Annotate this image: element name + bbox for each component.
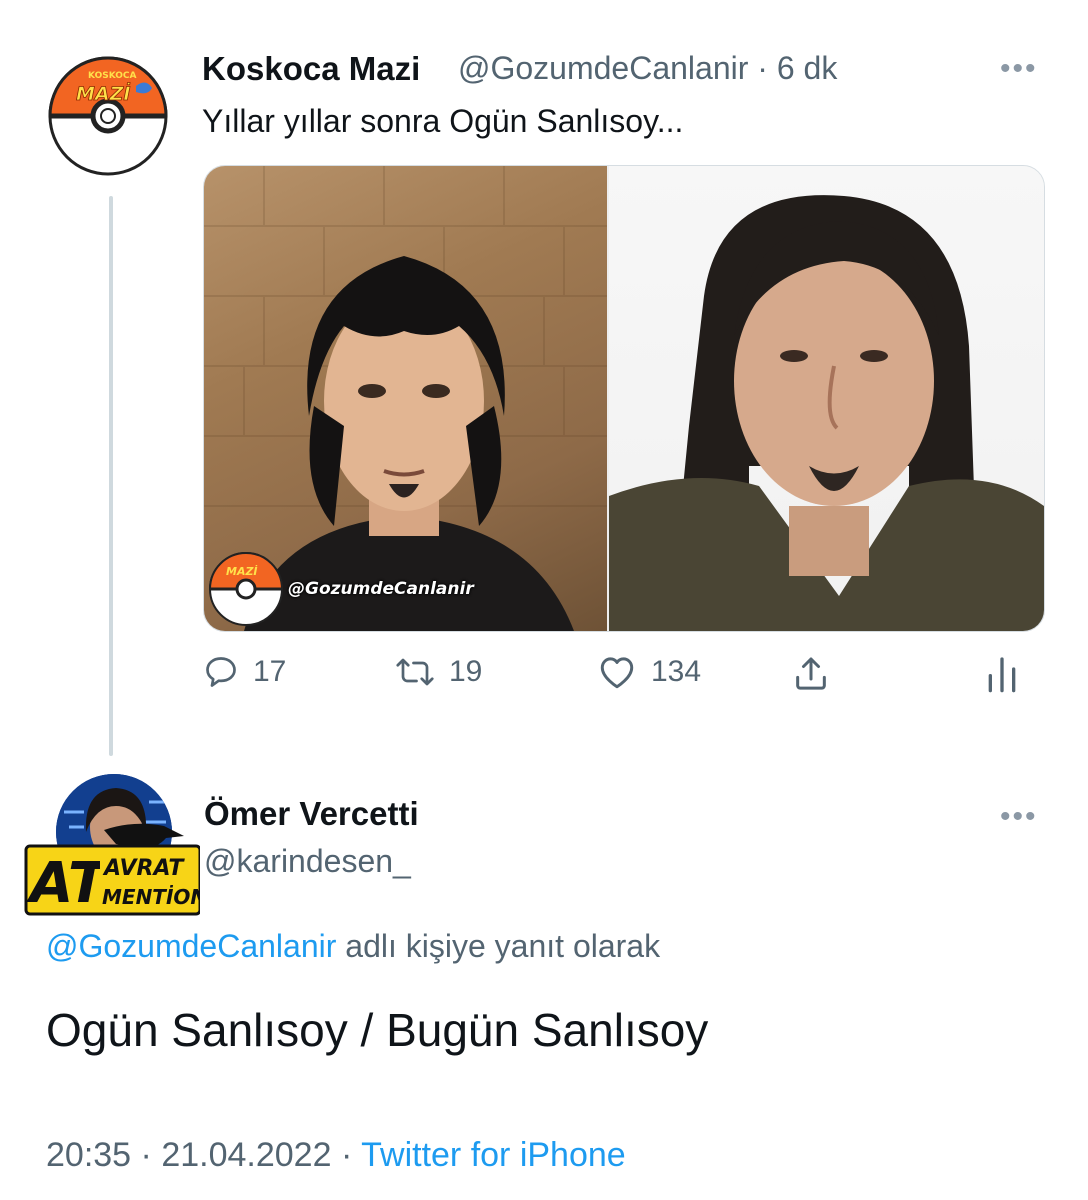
retweet-icon (395, 654, 435, 690)
footer-separator-2: · (340, 1136, 353, 1174)
replying-to-suffix: adlı kişiye yanıt olarak (336, 928, 661, 964)
photo-left[interactable]: MAZİ (204, 166, 607, 631)
footer-date[interactable]: 21.04.2022 (161, 1136, 331, 1174)
share-button[interactable] (791, 654, 831, 694)
reply-author-handle[interactable]: @karindesen_ (204, 843, 411, 880)
badge-bottom-text: MENTİON (102, 885, 200, 909)
photo-right[interactable] (609, 166, 1044, 631)
badge-at-text: AT (26, 851, 110, 916)
retweet-button[interactable]: 19 (395, 654, 482, 690)
meta-separator: · (757, 50, 768, 86)
retweet-count: 19 (449, 655, 483, 688)
reply-button[interactable]: 17 (203, 654, 286, 690)
like-count: 134 (651, 655, 702, 688)
tweet-text: Yıllar yıllar sonra Ogün Sanlısoy... (202, 103, 684, 139)
tweet-time[interactable]: 6 dk (777, 50, 837, 86)
avatar-logo-text: MAZİ (76, 81, 130, 105)
author-avatar[interactable]: KOSKOCA MAZİ (48, 46, 168, 186)
reply-author-name[interactable]: Ömer Vercetti (204, 795, 419, 833)
reply-icon (203, 654, 239, 690)
analytics-icon (985, 654, 1019, 694)
media-watermark: @GozumdeCanlanir (288, 579, 474, 599)
footer-source[interactable]: Twitter for iPhone (361, 1136, 626, 1174)
replying-to-handle[interactable]: @GozumdeCanlanir (46, 928, 336, 964)
author-name[interactable]: Koskoca Mazi (202, 50, 420, 88)
tweet-footer: 20:35 · 21.04.2022 · Twitter for iPhone (46, 1136, 626, 1175)
badge-top-text: AVRAT (102, 856, 185, 881)
thread-connector-line (109, 196, 113, 756)
footer-time[interactable]: 20:35 (46, 1136, 131, 1174)
avatar-logo-top: KOSKOCA (88, 71, 137, 81)
heart-icon (597, 654, 637, 690)
analytics-button[interactable] (985, 654, 1019, 694)
author-meta: @GozumdeCanlanir · 6 dk (458, 50, 837, 87)
reply-more-options-icon[interactable]: ••• (1000, 800, 1038, 834)
tweet-actions: 17 19 134 (203, 654, 1023, 704)
footer-separator: · (140, 1136, 152, 1174)
reply-author-avatar[interactable]: AT AVRAT MENTİON (24, 772, 207, 917)
replying-to-line: @GozumdeCanlanir adlı kişiye yanıt olara… (46, 928, 660, 965)
reply-text: Ogün Sanlısoy / Bugün Sanlısoy (46, 1004, 709, 1056)
tweet-media[interactable]: MAZİ (203, 165, 1045, 632)
author-handle[interactable]: @GozumdeCanlanir (458, 50, 748, 86)
share-icon (791, 654, 831, 694)
more-options-icon[interactable]: ••• (1000, 52, 1038, 86)
watermark-logo-text: MAZİ (226, 564, 258, 578)
like-button[interactable]: 134 (597, 654, 701, 690)
reply-count: 17 (253, 655, 287, 688)
